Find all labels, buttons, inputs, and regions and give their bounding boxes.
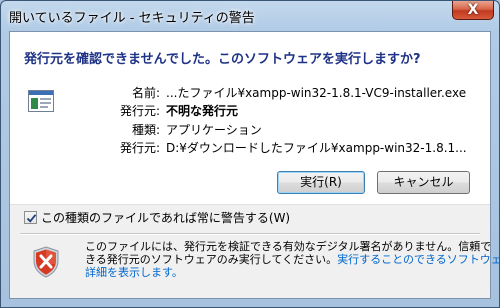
title-bar[interactable]: 開いているファイル - セキュリティの警告 X xyxy=(1,1,499,31)
checkmark-icon xyxy=(26,214,37,223)
info-row-type: 種類: アプリケーション xyxy=(10,121,490,139)
warning-message: このファイルには、発行元を検証できる有効なデジタル署名がありません。信頼で きる… xyxy=(85,240,499,279)
always-warn-checkbox[interactable] xyxy=(24,211,37,224)
warning-line-2: きる発行元のソフトウェアのみ実行してください。実行することのできるソフトウェアの xyxy=(85,253,499,266)
info-row-publisher: 発行元: 不明な発行元 xyxy=(10,102,490,120)
dialog-heading: 発行元を確認できませんでした。このソフトウェアを実行しますか? xyxy=(24,52,421,67)
close-button[interactable]: X xyxy=(452,1,494,20)
security-warning-window: 開いているファイル - セキュリティの警告 X 発行元を確認できませんでした。こ… xyxy=(0,0,500,308)
type-value: アプリケーション xyxy=(166,123,262,137)
name-label: 名前: xyxy=(131,86,160,100)
run-button[interactable]: 実行(R) xyxy=(277,171,365,194)
more-info-link[interactable]: 実行することのできるソフトウェアの xyxy=(337,253,499,266)
name-value: ...たファイル¥xampp-win32-1.8.1-VC9-installer… xyxy=(166,86,467,100)
source-label: 発行元: xyxy=(119,141,160,155)
publisher-label: 発行元: xyxy=(119,104,160,118)
close-icon: X xyxy=(467,2,479,18)
info-panel: 発行元を確認できませんでした。このソフトウェアを実行しますか? 名前: ...た… xyxy=(10,32,490,205)
more-info-link-continued[interactable]: 詳細を表示します。 xyxy=(85,266,485,279)
info-row-name: 名前: ...たファイル¥xampp-win32-1.8.1-VC9-insta… xyxy=(10,84,490,102)
source-value: D:¥ダウンロードしたファイル¥xampp-win32-1.8.1... xyxy=(166,141,467,155)
window-title: 開いているファイル - セキュリティの警告 xyxy=(9,11,255,26)
info-row-source: 発行元: D:¥ダウンロードしたファイル¥xampp-win32-1.8.1..… xyxy=(10,139,490,157)
warning-line-1: このファイルには、発行元を検証できる有効なデジタル署名がありません。信頼で xyxy=(85,240,492,253)
always-warn-label[interactable]: この種類のファイルであれば常に警告する(W) xyxy=(41,210,290,226)
warning-line-2-text: きる発行元のソフトウェアのみ実行してください。 xyxy=(85,253,338,266)
publisher-value: 不明な発行元 xyxy=(166,104,239,118)
cancel-button[interactable]: キャンセル xyxy=(377,171,470,194)
shield-error-icon xyxy=(33,246,59,278)
dialog-body: 発行元を確認できませんでした。このソフトウェアを実行しますか? 名前: ...た… xyxy=(9,31,499,299)
separator xyxy=(20,233,480,235)
type-label: 種類: xyxy=(131,123,160,137)
